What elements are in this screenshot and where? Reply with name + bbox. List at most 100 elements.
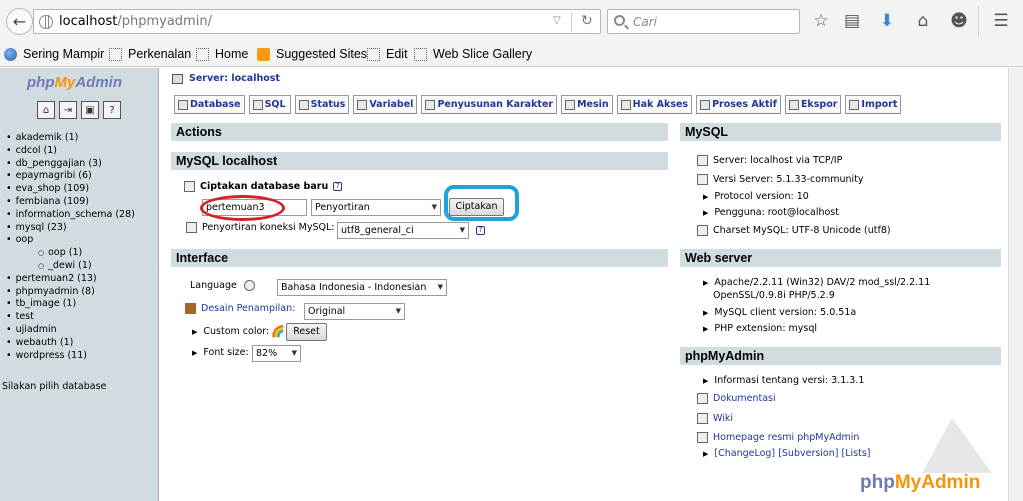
mysql-localhost-panel: MySQL localhost xyxy=(171,152,668,170)
menu-icon[interactable]: ☰ xyxy=(991,11,1011,31)
subversion-link[interactable]: [Subversion] xyxy=(778,448,838,459)
language-label: Language xyxy=(190,280,237,291)
tab-ekspor[interactable]: Ekspor xyxy=(784,95,842,114)
sidebar-database-item[interactable]: webauth (1) xyxy=(6,337,135,350)
custom-color-row: ▶ Custom color: 🌈 xyxy=(192,325,285,338)
sidebar-database-item[interactable]: oop xyxy=(6,234,135,247)
status-icon xyxy=(298,100,309,110)
theme-brush-icon xyxy=(185,303,196,314)
bookmark-edit[interactable]: Edit xyxy=(367,47,408,61)
sidebar-database-item[interactable]: akademik (1) xyxy=(6,132,135,145)
sidebar-database-item[interactable]: eva_shop (109) xyxy=(6,183,135,196)
mysql-user-row: ▶ Pengguna: root@localhost xyxy=(703,207,839,218)
sidebar-subitem[interactable]: oop (1) xyxy=(6,247,135,260)
reload-icon[interactable]: ↻ xyxy=(581,13,593,29)
select-database-message: Silakan pilih database xyxy=(2,381,107,392)
vertical-scrollbar[interactable] xyxy=(1008,68,1023,501)
page-icon xyxy=(414,47,427,61)
search-input[interactable]: Cari xyxy=(607,9,800,34)
lists-link[interactable]: [Lists] xyxy=(842,448,871,459)
connection-collation-select[interactable]: utf8_general_ci xyxy=(337,222,469,239)
bookmark-sering-mampir[interactable]: Sering Mampir xyxy=(4,47,104,61)
url-bar[interactable]: localhost/phpmyadmin/ ▽ ↻ xyxy=(33,9,601,34)
hello-icon[interactable]: ☻ xyxy=(949,11,969,31)
connection-collation-label: Penyortiran koneksi MySQL: xyxy=(202,222,335,233)
database-list: akademik (1)cdcol (1)db_penggajian (3)ep… xyxy=(6,132,135,362)
tab-penyusunan-karakter[interactable]: Penyusunan Karakter xyxy=(421,95,558,114)
left-navigation: phpMyAdmin ⌂ ⇥ ▣ ? akademik (1)cdcol (1)… xyxy=(0,68,159,501)
collation-select[interactable]: Penyortiran xyxy=(311,199,441,216)
bookmark-home[interactable]: Home xyxy=(196,47,248,61)
query-window-icon[interactable]: ▣ xyxy=(81,101,99,119)
sidebar-database-item[interactable]: ujiadmin xyxy=(6,324,135,337)
webserver-php-ext-row: ▶ PHP extension: mysql xyxy=(703,323,818,334)
bookmark-web-slice-gallery[interactable]: Web Slice Gallery xyxy=(414,47,532,61)
bookmarks-toolbar: Sering Mampir Perkenalan Home Suggested … xyxy=(0,43,1023,67)
page-icon xyxy=(109,47,122,61)
bookmark-star-icon[interactable]: ☆ xyxy=(811,11,831,31)
documentation-link[interactable]: Dokumentasi xyxy=(713,393,776,404)
font-size-select[interactable]: 82% xyxy=(252,345,301,362)
homepage-link[interactable]: Homepage resmi phpMyAdmin xyxy=(713,432,859,443)
tab-mesin[interactable]: Mesin xyxy=(561,95,613,114)
pma-docs-row: Dokumentasi xyxy=(697,393,776,404)
sidebar-database-item[interactable]: epaymagribi (6) xyxy=(6,170,135,183)
changelog-link[interactable]: [ChangeLog] xyxy=(714,448,775,459)
sidebar-database-item[interactable]: fembiana (109) xyxy=(6,196,135,209)
sidebar-database-item[interactable]: wordpress (11) xyxy=(6,350,135,363)
firefox-icon xyxy=(4,47,17,61)
tab-import[interactable]: Import xyxy=(845,95,902,114)
phpmyadmin-logo[interactable]: phpMyAdmin xyxy=(27,74,122,91)
reset-button[interactable]: Reset xyxy=(286,323,327,341)
sidebar-database-item[interactable]: db_penggajian (3) xyxy=(6,158,135,171)
sidebar-database-item[interactable]: pertemuan2 (13) xyxy=(6,273,135,286)
tab-status[interactable]: Status xyxy=(294,95,350,114)
pma-version-row: ▶ Informasi tentang versi: 3.1.3.1 xyxy=(703,375,865,386)
documentation-icon[interactable]: ? xyxy=(103,101,121,119)
sidebar-database-item[interactable]: mysql (23) xyxy=(6,222,135,235)
bullet-triangle-icon: ▶ xyxy=(192,348,198,357)
theme-select[interactable]: Original xyxy=(304,303,405,320)
server-breadcrumb[interactable]: Server: localhost xyxy=(172,73,280,84)
color-rainbow-icon[interactable]: 🌈 xyxy=(271,325,285,338)
import-icon xyxy=(849,100,860,110)
pma-wiki-row: Wiki xyxy=(697,413,733,424)
main-content: Server: localhost Database SQL Status Va… xyxy=(160,68,1008,501)
font-size-row: ▶ Font size: xyxy=(192,347,249,358)
sidebar-subitem[interactable]: _dewi (1) xyxy=(6,260,135,273)
reading-list-icon[interactable]: ▤ xyxy=(842,11,862,31)
sidebar-database-item[interactable]: cdcol (1) xyxy=(6,145,135,158)
info-icon[interactable] xyxy=(243,280,255,291)
bookmark-perkenalan[interactable]: Perkenalan xyxy=(109,47,191,61)
blue-highlight-box xyxy=(444,185,519,221)
home-icon[interactable]: ⌂ xyxy=(913,11,933,31)
back-button[interactable]: ← xyxy=(6,8,33,35)
tab-database[interactable]: Database xyxy=(174,95,245,114)
url-divider xyxy=(571,13,572,31)
sidebar-database-item[interactable]: test xyxy=(6,311,135,324)
tab-proses-aktif[interactable]: Proses Aktif xyxy=(696,95,781,114)
sidebar-database-item[interactable]: information_schema (28) xyxy=(6,209,135,222)
create-database-label-row: Ciptakan database baru ? xyxy=(184,181,343,192)
home-icon[interactable]: ⌂ xyxy=(37,101,55,119)
url-dropdown-icon[interactable]: ▽ xyxy=(553,15,561,26)
actions-header: Actions xyxy=(171,123,668,141)
tab-hak-akses[interactable]: Hak Akses xyxy=(616,95,693,114)
help-icon[interactable]: ? xyxy=(476,226,485,235)
tab-sql[interactable]: SQL xyxy=(248,95,291,114)
mysql-protocol-row: ▶ Protocol version: 10 xyxy=(703,191,809,202)
tab-variabel[interactable]: Variabel xyxy=(353,95,418,114)
language-select[interactable]: Bahasa Indonesia - Indonesian xyxy=(277,279,447,296)
theme-link[interactable]: Desain Penampilan: xyxy=(201,303,295,314)
mysql-version-row: Versi Server: 5.1.33-community xyxy=(697,174,864,185)
help-icon[interactable]: ? xyxy=(333,182,343,191)
process-icon xyxy=(700,100,711,110)
bookmark-suggested-sites[interactable]: Suggested Sites xyxy=(257,47,367,61)
download-icon[interactable]: ⬇ xyxy=(877,11,897,31)
wiki-link[interactable]: Wiki xyxy=(713,413,733,424)
exit-icon[interactable]: ⇥ xyxy=(59,101,77,119)
sidebar-database-item[interactable]: phpmyadmin (8) xyxy=(6,286,135,299)
mysql-panel: MySQL xyxy=(680,123,1001,141)
sidebar-database-item[interactable]: tb_image (1) xyxy=(6,298,135,311)
red-highlight-ellipse xyxy=(200,195,285,221)
